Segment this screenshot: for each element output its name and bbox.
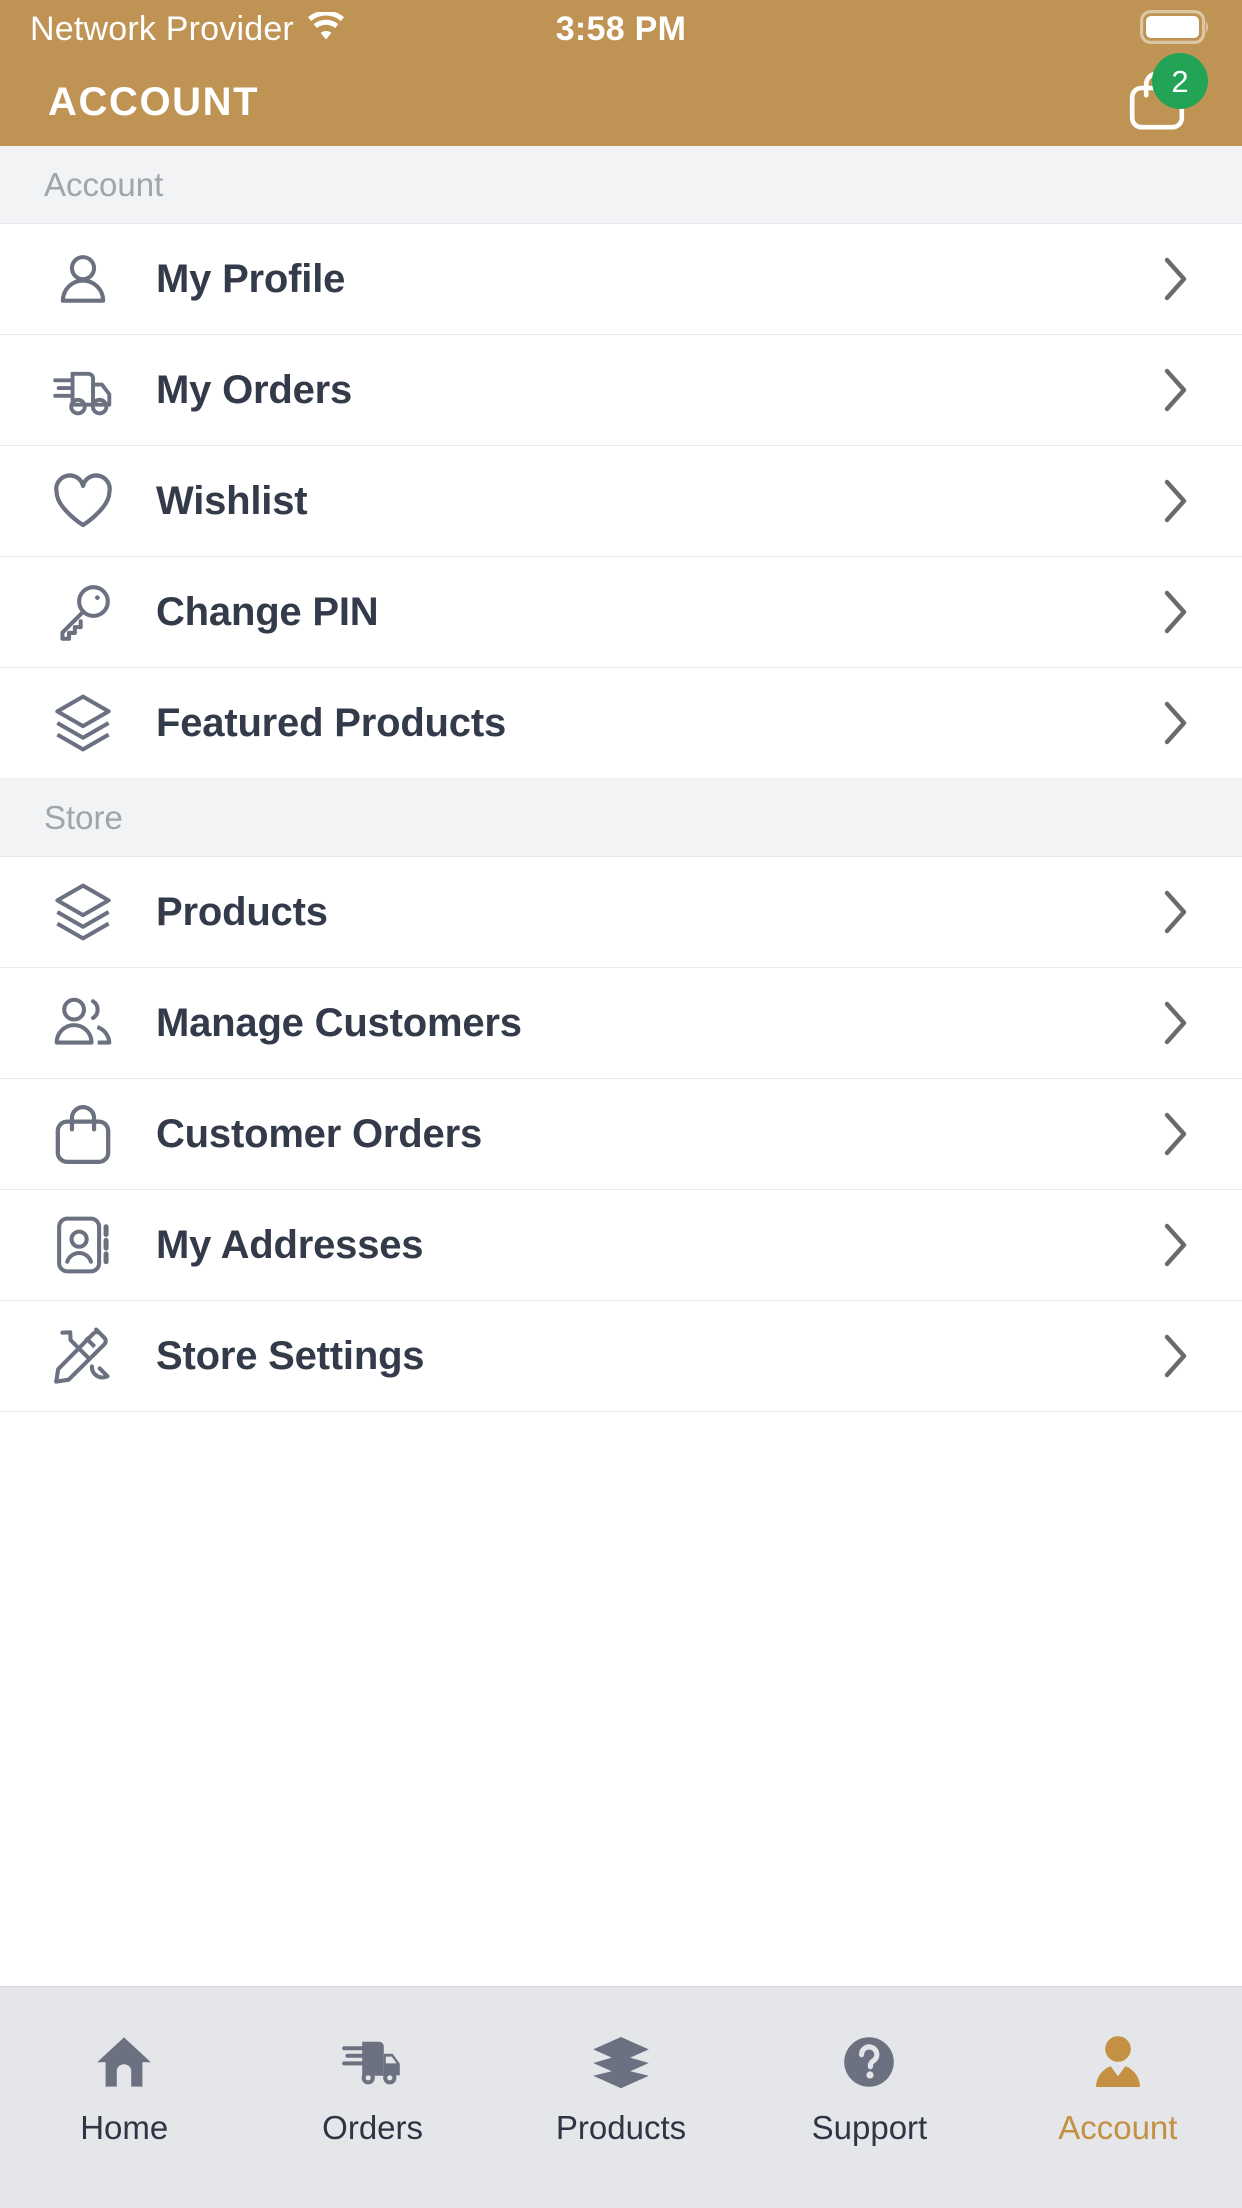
address-book-icon	[40, 1212, 126, 1278]
tab-label: Account	[1058, 2109, 1178, 2146]
cart-button[interactable]: 2	[1116, 53, 1208, 143]
chevron-right-icon	[1162, 1333, 1202, 1379]
tab-products[interactable]: Products	[497, 2031, 745, 2147]
settings-list[interactable]: Account My Profile My Orders Wishlist Ch…	[0, 146, 1242, 1986]
list-item-label: Featured Products	[156, 700, 506, 745]
cart-badge: 2	[1152, 53, 1208, 109]
tab-orders[interactable]: Orders	[248, 2031, 496, 2147]
list-item-label: Manage Customers	[156, 1000, 522, 1045]
list-item-label: Wishlist	[156, 478, 308, 523]
status-bar-left: Network Provider	[30, 10, 346, 49]
shopping-bag-icon	[40, 1101, 126, 1167]
list-item-featured-products[interactable]: Featured Products	[0, 668, 1242, 779]
layers-icon	[40, 879, 126, 945]
status-bar: Network Provider 3:58 PM	[0, 0, 1242, 58]
tab-home[interactable]: Home	[0, 2031, 248, 2147]
list-item-my-addresses[interactable]: My Addresses	[0, 1190, 1242, 1301]
tab-label: Home	[80, 2109, 169, 2146]
list-item-customer-orders[interactable]: Customer Orders	[0, 1079, 1242, 1190]
tab-label: Support	[811, 2109, 928, 2146]
user-outline-icon	[40, 248, 126, 310]
page-title: ACCOUNT	[48, 79, 260, 124]
chevron-right-icon	[1162, 1000, 1202, 1046]
list-item-my-orders[interactable]: My Orders	[0, 335, 1242, 446]
list-item-change-pin[interactable]: Change PIN	[0, 557, 1242, 668]
section-header-account: Account	[0, 146, 1242, 224]
key-icon	[40, 581, 126, 643]
chevron-right-icon	[1162, 367, 1202, 413]
chevron-right-icon	[1162, 889, 1202, 935]
chevron-right-icon	[1162, 700, 1202, 746]
delivery-truck-icon	[339, 2031, 407, 2093]
wifi-icon	[306, 10, 346, 47]
list-item-label: My Profile	[156, 256, 346, 301]
delivery-truck-icon	[40, 361, 126, 419]
tab-support[interactable]: Support	[745, 2031, 993, 2147]
list-item-label: Store Settings	[156, 1333, 425, 1378]
chevron-right-icon	[1162, 1111, 1202, 1157]
heart-outline-icon	[40, 470, 126, 532]
list-item-products[interactable]: Products	[0, 857, 1242, 968]
users-group-icon	[40, 993, 126, 1053]
tab-label: Orders	[322, 2109, 424, 2146]
chevron-right-icon	[1162, 478, 1202, 524]
chevron-right-icon	[1162, 256, 1202, 302]
list-item-manage-customers[interactable]: Manage Customers	[0, 968, 1242, 1079]
status-bar-right	[1140, 9, 1212, 49]
layers-icon	[40, 690, 126, 756]
bottom-tab-bar: Home Orders Products Support Account	[0, 1986, 1242, 2208]
layers-icon	[590, 2031, 652, 2093]
tab-account[interactable]: Account	[994, 2031, 1242, 2147]
list-item-label: Products	[156, 889, 328, 934]
section-header-label: Store	[44, 798, 123, 836]
battery-full-icon	[1140, 9, 1212, 49]
chevron-right-icon	[1162, 1222, 1202, 1268]
app-screen: Network Provider 3:58 PM ACCOUNT 2 Accou…	[0, 0, 1242, 2208]
list-item-label: Customer Orders	[156, 1111, 482, 1156]
question-circle-icon	[840, 2031, 898, 2093]
list-item-wishlist[interactable]: Wishlist	[0, 446, 1242, 557]
home-icon	[94, 2031, 154, 2093]
list-item-label: My Orders	[156, 367, 353, 412]
list-item-label: Change PIN	[156, 589, 379, 634]
list-item-my-profile[interactable]: My Profile	[0, 224, 1242, 335]
app-bar: ACCOUNT 2	[0, 53, 1242, 146]
list-item-label: My Addresses	[156, 1222, 424, 1267]
section-header-label: Account	[44, 165, 164, 203]
carrier-label: Network Provider	[30, 9, 294, 48]
list-item-store-settings[interactable]: Store Settings	[0, 1301, 1242, 1412]
tab-label: Products	[555, 2109, 687, 2146]
section-header-store: Store	[0, 779, 1242, 857]
person-icon	[1090, 2031, 1146, 2093]
chevron-right-icon	[1162, 589, 1202, 635]
pencil-tools-icon	[40, 1323, 126, 1389]
